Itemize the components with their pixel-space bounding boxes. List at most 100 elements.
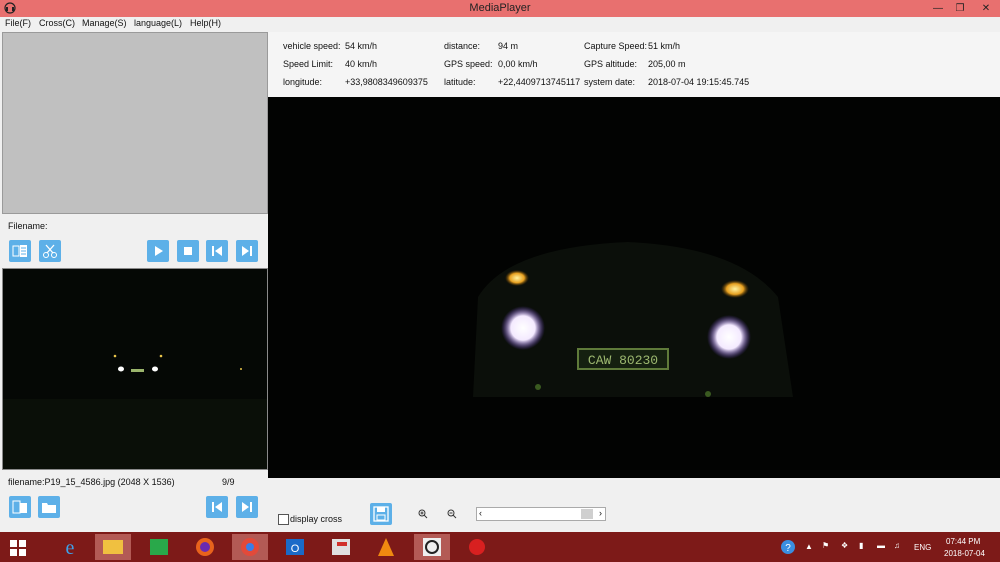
play-icon [155,246,163,256]
wifi-icon[interactable]: ▬ [877,541,885,550]
thumbnail-image[interactable] [2,268,268,470]
vlc-icon [378,538,394,556]
taskbar-ie[interactable]: e [52,534,88,560]
svg-text:O: O [291,543,300,555]
taskbar-vpn[interactable] [323,534,359,560]
longitude-label: longitude: [283,77,323,87]
scrollbar-thumb[interactable] [581,509,593,519]
save-icon [373,506,389,522]
dropbox-icon[interactable]: ❖ [841,541,848,550]
license-plate: CAW 80230 [588,353,658,368]
chrome-icon [241,538,259,556]
scissors-icon [43,244,57,258]
window-title: MediaPlayer [469,2,531,14]
list-view-button[interactable] [9,496,31,518]
display-cross-label: display cross [290,514,343,524]
menu-bar: File(F) Cross(C) Manage(S) language(L) H… [0,17,1000,31]
battery-icon[interactable]: ▮ [859,541,863,550]
zoom-in-icon[interactable] [418,509,428,519]
taskbar-explorer[interactable] [95,534,131,560]
playlist-button[interactable] [9,240,31,262]
preview-area [2,32,268,214]
save-button[interactable] [370,503,392,525]
close-button[interactable]: ✕ [974,0,998,17]
thumbnail-scene [3,354,267,469]
gps-speed-value: 0,00 km/h [498,59,538,69]
latitude-label: latitude: [444,77,476,87]
cut-button[interactable] [39,240,61,262]
vehicle-speed-label: vehicle speed: [283,41,341,51]
bottom-controls: display cross ‹ › [268,478,1000,530]
language-indicator[interactable]: ENG [914,543,931,552]
stop-icon [184,247,192,255]
outlook-icon: O [286,539,304,555]
flag-icon[interactable]: ⚑ [822,541,829,550]
firefox-icon [196,538,214,556]
video-scene: CAW 80230 [473,242,793,397]
menu-cross[interactable]: Cross(C) [39,18,75,28]
taskbar-mediaplayer[interactable] [414,534,450,560]
help-tray-icon[interactable]: ? [780,539,796,555]
video-frame[interactable]: CAW 80230 [268,97,1000,478]
next-icon [242,502,252,512]
longitude-value: +33,9808349609375 [345,77,428,87]
step-back-button[interactable] [206,240,228,262]
maximize-button[interactable]: ❐ [948,0,972,17]
svg-text:e: e [66,537,75,559]
latitude-value: +22,4409713745117 [498,77,581,87]
play-button[interactable] [147,240,169,262]
menu-file[interactable]: File(F) [5,18,31,28]
mediaplayer-icon [423,538,441,556]
clock-date[interactable]: 2018-07-04 [944,549,985,558]
gps-altitude-value: 205,00 m [648,59,686,69]
store-icon [150,539,168,555]
taskbar-app-red[interactable] [459,534,495,560]
scroll-left-icon[interactable]: ‹ [479,508,482,518]
file-explorer-icon [103,540,123,554]
step-back-icon [212,246,222,256]
prev-icon [212,502,222,512]
vpn-icon [332,539,350,555]
zoom-out-icon[interactable] [447,509,457,519]
info-panel: vehicle speed: 54 km/h distance: 94 m Ca… [268,32,1000,97]
list-view-icon [12,500,27,514]
open-folder-button[interactable] [38,496,60,518]
prev-image-button[interactable] [206,496,228,518]
tray-up-arrow-icon[interactable]: ▲ [805,542,813,551]
next-image-button[interactable] [236,496,258,518]
vehicle-speed-value: 54 km/h [345,41,378,51]
stop-button[interactable] [177,240,199,262]
taskbar-vlc[interactable] [368,534,404,560]
step-forward-icon [242,246,252,256]
taskbar-chrome[interactable] [232,534,268,560]
internet-explorer-icon: e [66,537,75,559]
display-cross-checkbox[interactable] [278,514,289,525]
system-date-label: system date: [584,77,636,87]
svg-text:?: ? [785,543,791,554]
capture-speed-value: 51 km/h [648,41,681,51]
filename-label: Filename: [8,221,48,231]
step-forward-button[interactable] [236,240,258,262]
gps-altitude-label: GPS altitude: [584,59,638,69]
taskbar-firefox[interactable] [187,534,223,560]
scroll-right-icon[interactable]: › [599,508,602,518]
folder-icon [42,503,56,513]
taskbar-store[interactable] [141,534,177,560]
clock-time[interactable]: 07:44 PM [946,537,980,546]
playlist-icon [12,245,27,257]
speed-limit-value: 40 km/h [345,59,378,69]
distance-value: 94 m [498,41,519,51]
horizontal-scrollbar[interactable]: ‹ › [476,507,606,521]
menu-help[interactable]: Help(H) [190,18,221,28]
menu-language[interactable]: language(L) [134,18,182,28]
gps-speed-label: GPS speed: [444,59,493,69]
file-info: filename:P19_15_4586.jpg (2048 X 1536) [8,477,175,487]
taskbar-outlook[interactable]: O [277,534,313,560]
menu-manage[interactable]: Manage(S) [82,18,127,28]
frame-counter: 9/9 [222,477,235,487]
volume-icon[interactable]: ♫ [894,541,900,550]
windows-start-icon[interactable] [10,540,26,556]
title-bar: MediaPlayer — ❐ ✕ [0,0,1000,17]
minimize-button[interactable]: — [926,0,950,17]
distance-label: distance: [444,41,481,51]
